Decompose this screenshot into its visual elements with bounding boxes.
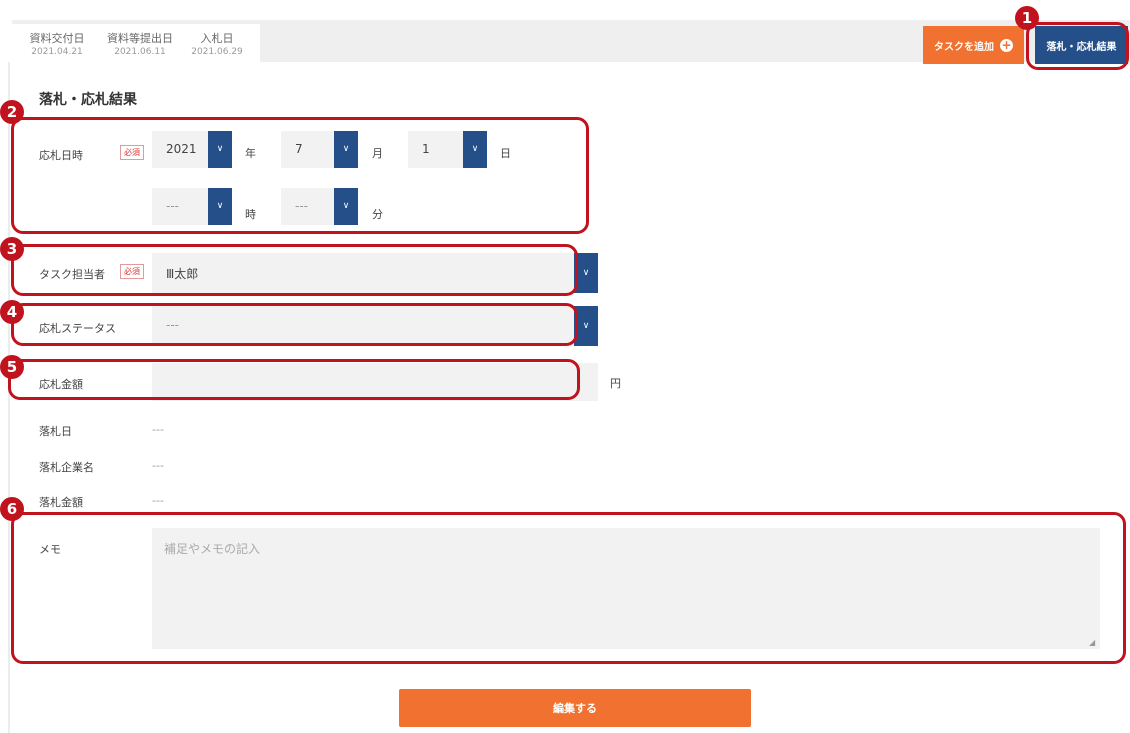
month-unit: 月 bbox=[372, 147, 383, 160]
memo-label: メモ bbox=[39, 543, 61, 556]
month-select[interactable]: 7 ∨ bbox=[281, 131, 358, 168]
month-value: 7 bbox=[295, 142, 303, 156]
chevron-down-icon: ∨ bbox=[463, 131, 487, 168]
award-amount-value: --- bbox=[152, 494, 164, 507]
bid-status-select[interactable]: --- ∨ bbox=[152, 306, 598, 346]
year-value: 2021 bbox=[166, 142, 197, 156]
required-badge: 必須 bbox=[120, 145, 144, 160]
add-task-button[interactable]: タスクを追加 + bbox=[923, 26, 1024, 64]
bid-status-value: --- bbox=[166, 318, 179, 332]
bid-result-page: 資料交付日 2021.04.21 資料等提出日 2021.06.11 入札日 2… bbox=[0, 0, 1130, 733]
assignee-select[interactable]: Ⅲ太郎 ∨ bbox=[152, 253, 598, 293]
required-badge: 必須 bbox=[120, 264, 144, 279]
bid-amount-label: 応札金額 bbox=[39, 378, 83, 391]
schedule-dates: 資料交付日 2021.04.21 資料等提出日 2021.06.11 入札日 2… bbox=[12, 24, 260, 64]
memo-textarea[interactable] bbox=[152, 528, 1100, 649]
date-tab-value: 2021.06.29 bbox=[191, 47, 243, 57]
minute-select[interactable]: --- ∨ bbox=[281, 188, 358, 225]
hour-value: --- bbox=[166, 199, 179, 213]
callout-number-badge: 6 bbox=[0, 497, 24, 521]
minute-value: --- bbox=[295, 199, 308, 213]
chevron-down-icon: ∨ bbox=[574, 306, 598, 346]
bid-result-button[interactable]: 落札・応札結果 bbox=[1035, 26, 1128, 64]
assignee-label: タスク担当者 bbox=[39, 268, 105, 281]
plus-circle-icon: + bbox=[1000, 37, 1013, 52]
callout-number-badge: 3 bbox=[0, 237, 24, 261]
year-select[interactable]: 2021 ∨ bbox=[152, 131, 232, 168]
award-date-value: --- bbox=[152, 423, 164, 436]
chevron-down-icon: ∨ bbox=[334, 131, 358, 168]
callout-number-badge: 4 bbox=[0, 300, 24, 324]
callout-number-badge: 2 bbox=[0, 100, 24, 124]
bid-result-label: 落札・応札結果 bbox=[1046, 41, 1117, 53]
award-company-label: 落札企業名 bbox=[39, 461, 94, 474]
date-tab-distribution: 資料交付日 2021.04.21 bbox=[22, 32, 92, 58]
minute-unit: 分 bbox=[372, 208, 383, 221]
year-unit: 年 bbox=[245, 147, 256, 160]
add-task-label: タスクを追加 bbox=[934, 41, 994, 53]
chevron-down-icon: ∨ bbox=[334, 188, 358, 225]
hour-unit: 時 bbox=[245, 208, 256, 221]
yen-unit: 円 bbox=[610, 377, 621, 390]
callout-number-badge: 1 bbox=[1015, 6, 1039, 30]
award-date-label: 落札日 bbox=[39, 425, 72, 438]
date-tab-label: 資料等提出日 bbox=[107, 32, 173, 45]
hour-select[interactable]: --- ∨ bbox=[152, 188, 232, 225]
date-tab-submission: 資料等提出日 2021.06.11 bbox=[100, 32, 180, 58]
award-company-value: --- bbox=[152, 459, 164, 472]
bid-amount-input[interactable] bbox=[152, 363, 598, 401]
award-amount-label: 落札金額 bbox=[39, 496, 83, 509]
date-tab-label: 入札日 bbox=[200, 32, 234, 45]
bid-datetime-label: 応札日時 bbox=[39, 149, 83, 162]
resize-handle-icon[interactable]: ◢ bbox=[1089, 639, 1097, 647]
page-title: 落札・応札結果 bbox=[39, 92, 137, 108]
day-select[interactable]: 1 ∨ bbox=[408, 131, 487, 168]
date-tab-value: 2021.06.11 bbox=[114, 47, 166, 57]
date-tab-bidding: 入札日 2021.06.29 bbox=[187, 32, 247, 58]
day-value: 1 bbox=[422, 142, 430, 156]
callout-number-badge: 5 bbox=[0, 355, 24, 379]
assignee-value: Ⅲ太郎 bbox=[166, 267, 199, 281]
chevron-down-icon: ∨ bbox=[208, 188, 232, 225]
date-tab-value: 2021.04.21 bbox=[31, 47, 83, 57]
edit-button-label: 編集する bbox=[553, 702, 597, 715]
chevron-down-icon: ∨ bbox=[574, 253, 598, 293]
bid-status-label: 応札ステータス bbox=[39, 322, 116, 335]
edit-button[interactable]: 編集する bbox=[399, 689, 751, 727]
date-tab-label: 資料交付日 bbox=[29, 32, 85, 45]
day-unit: 日 bbox=[500, 147, 511, 160]
chevron-down-icon: ∨ bbox=[208, 131, 232, 168]
left-divider bbox=[8, 62, 10, 733]
